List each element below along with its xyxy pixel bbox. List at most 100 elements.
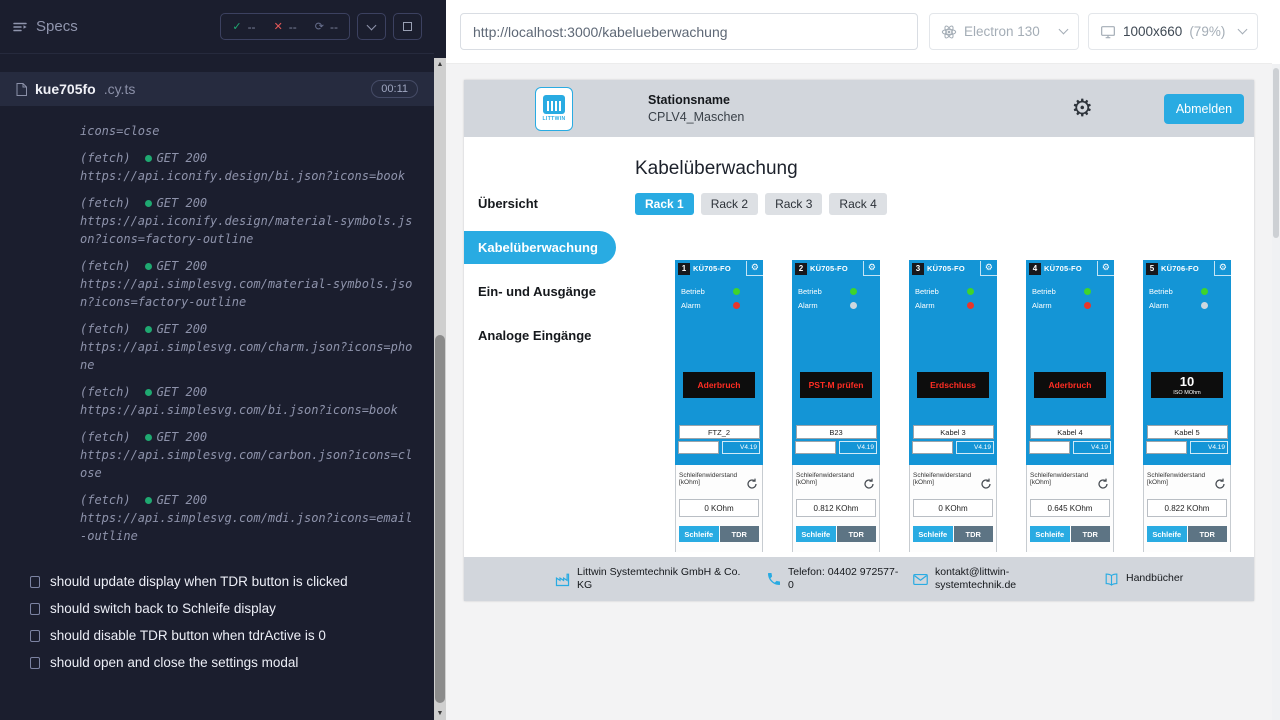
test-item[interactable]: should update display when TDR button is… bbox=[0, 568, 434, 595]
log-entry[interactable]: (fetch)GET 200 https://api.simplesvg.com… bbox=[80, 491, 418, 545]
factory-icon bbox=[554, 571, 571, 588]
log-entry[interactable]: (fetch)GET 200 https://api.iconify.desig… bbox=[80, 194, 418, 248]
card-settings-icon[interactable]: ⚙ bbox=[980, 261, 997, 276]
log-entry[interactable]: (fetch)GET 200 https://api.iconify.desig… bbox=[80, 149, 418, 185]
stop-button[interactable] bbox=[393, 13, 422, 40]
station-info: Stationsname CPLV4_Maschen bbox=[648, 93, 744, 124]
browser-select[interactable]: Electron 130 bbox=[929, 13, 1079, 50]
status-display: 10 ISO MOhm bbox=[1151, 372, 1223, 398]
test-item[interactable]: should switch back to Schleife display bbox=[0, 595, 434, 622]
reporter-scrollbar[interactable]: ▲ ▼ bbox=[434, 0, 446, 720]
betrieb-led bbox=[850, 288, 857, 295]
card-number: 4 bbox=[1029, 263, 1041, 275]
specs-nav[interactable]: Specs bbox=[12, 18, 78, 35]
log-entry[interactable]: icons=close bbox=[80, 122, 418, 140]
firmware-version: V4.19 bbox=[1190, 441, 1228, 454]
footer-email[interactable]: kontakt@littwin-systemtechnik.de bbox=[912, 566, 1057, 592]
test-item[interactable]: should open and close the settings modal bbox=[0, 649, 434, 676]
email-address: kontakt@littwin-systemtechnik.de bbox=[935, 566, 1057, 592]
card-model: KÜ705-FO bbox=[693, 264, 731, 273]
schleife-button[interactable]: Schleife bbox=[1030, 526, 1070, 542]
resistance-value: 0.645 KOhm bbox=[1030, 499, 1110, 517]
status-ok-dot bbox=[145, 200, 152, 207]
card-number: 5 bbox=[1146, 263, 1158, 275]
refresh-icon[interactable] bbox=[746, 478, 758, 490]
sidebar-item-uebersicht[interactable]: Übersicht bbox=[464, 187, 616, 220]
reporter-controls: ✓-- ✕-- ⟳-- bbox=[220, 13, 422, 40]
tdr-button[interactable]: TDR bbox=[954, 526, 994, 542]
scroll-up-icon[interactable]: ▲ bbox=[434, 61, 446, 68]
card-settings-icon[interactable]: ⚙ bbox=[1214, 261, 1231, 276]
betrieb-label: Betrieb bbox=[915, 287, 939, 296]
log-entry[interactable]: (fetch)GET 200 https://api.simplesvg.com… bbox=[80, 383, 418, 419]
tdr-button[interactable]: TDR bbox=[1188, 526, 1228, 542]
sidebar-item-analoge-eingaenge[interactable]: Analoge Eingänge bbox=[464, 319, 616, 352]
device-card: 5 KÜ706-FO ⚙ Betrieb Alarm 10 ISO MOhm bbox=[1143, 260, 1231, 552]
page-scrollbar[interactable] bbox=[1272, 0, 1280, 720]
log-prefix: (fetch) bbox=[80, 383, 131, 401]
log-prefix: (fetch) bbox=[80, 149, 131, 167]
tab-rack-3[interactable]: Rack 3 bbox=[765, 193, 822, 215]
station-name: CPLV4_Maschen bbox=[648, 110, 744, 124]
test-state-icon bbox=[30, 630, 40, 642]
alarm-label: Alarm bbox=[1149, 301, 1169, 310]
footer-company[interactable]: Littwin Systemtechnik GmbH & Co. KG bbox=[554, 566, 752, 592]
test-item[interactable]: should disable TDR button when tdrActive… bbox=[0, 622, 434, 649]
schleife-button[interactable]: Schleife bbox=[796, 526, 836, 542]
card-settings-icon[interactable]: ⚙ bbox=[863, 261, 880, 276]
failed-count: -- bbox=[289, 20, 297, 34]
alarm-label: Alarm bbox=[1032, 301, 1052, 310]
footer-manuals[interactable]: Handbücher bbox=[1103, 571, 1183, 588]
refresh-icon[interactable] bbox=[980, 478, 992, 490]
spec-extension: .cy.ts bbox=[104, 81, 136, 97]
log-prefix: (fetch) bbox=[80, 428, 131, 446]
manuals-label: Handbücher bbox=[1126, 572, 1183, 585]
status-ok-dot bbox=[145, 434, 152, 441]
schleife-button[interactable]: Schleife bbox=[1147, 526, 1187, 542]
cable-name: Kabel 3 bbox=[913, 425, 994, 439]
scrollbar-thumb[interactable] bbox=[1273, 68, 1279, 238]
log-entry[interactable]: (fetch)GET 200 https://api.simplesvg.com… bbox=[80, 428, 418, 482]
test-title: should disable TDR button when tdrActive… bbox=[50, 628, 326, 643]
pending-icon: ⟳ bbox=[315, 20, 324, 33]
tdr-button[interactable]: TDR bbox=[1071, 526, 1111, 542]
address-input[interactable] bbox=[460, 13, 918, 50]
reporter-header: Specs ✓-- ✕-- ⟳-- bbox=[0, 0, 434, 54]
settings-gear-icon[interactable]: ⚙ bbox=[1071, 97, 1093, 121]
viewport-select[interactable]: 1000x660 (79%) bbox=[1088, 13, 1258, 50]
collapse-button[interactable] bbox=[357, 13, 386, 40]
log-entry[interactable]: (fetch)GET 200 https://api.simplesvg.com… bbox=[80, 257, 418, 311]
scrollbar-thumb[interactable] bbox=[435, 335, 445, 703]
card-settings-icon[interactable]: ⚙ bbox=[746, 261, 763, 276]
status-ok-dot bbox=[145, 326, 152, 333]
card-settings-icon[interactable]: ⚙ bbox=[1097, 261, 1114, 276]
spare-field bbox=[795, 441, 836, 454]
page-title: Kabelüberwachung bbox=[635, 158, 1254, 180]
refresh-icon[interactable] bbox=[863, 478, 875, 490]
card-model: KÜ705-FO bbox=[1044, 264, 1082, 273]
logo-text: LITTWIN bbox=[542, 116, 565, 122]
schleife-button[interactable]: Schleife bbox=[913, 526, 953, 542]
refresh-icon[interactable] bbox=[1214, 478, 1226, 490]
tdr-button[interactable]: TDR bbox=[837, 526, 877, 542]
spare-field bbox=[1029, 441, 1070, 454]
refresh-icon[interactable] bbox=[1097, 478, 1109, 490]
betrieb-led bbox=[733, 288, 740, 295]
sidebar-item-kabelueberwachung[interactable]: Kabelüberwachung bbox=[464, 231, 616, 264]
test-title: should switch back to Schleife display bbox=[50, 601, 276, 616]
logout-button[interactable]: Abmelden bbox=[1164, 94, 1244, 124]
alarm-label: Alarm bbox=[681, 301, 701, 310]
schleife-button[interactable]: Schleife bbox=[679, 526, 719, 542]
tab-rack-4[interactable]: Rack 4 bbox=[829, 193, 886, 215]
spec-file-header[interactable]: kue705fo .cy.ts 00:11 bbox=[0, 72, 434, 106]
tab-rack-1[interactable]: Rack 1 bbox=[635, 193, 694, 215]
footer-phone[interactable]: Telefon: 04402 972577-0 bbox=[766, 566, 902, 592]
sidebar-item-ein-und-ausgaenge[interactable]: Ein- und Ausgänge bbox=[464, 275, 616, 308]
log-status: GET 200 bbox=[157, 257, 208, 275]
app-sidebar: Übersicht Kabelüberwachung Ein- und Ausg… bbox=[464, 137, 616, 557]
scroll-down-icon[interactable]: ▼ bbox=[434, 710, 446, 717]
tab-rack-2[interactable]: Rack 2 bbox=[701, 193, 758, 215]
tdr-button[interactable]: TDR bbox=[720, 526, 760, 542]
log-entry[interactable]: (fetch)GET 200 https://api.simplesvg.com… bbox=[80, 320, 418, 374]
betrieb-label: Betrieb bbox=[681, 287, 705, 296]
